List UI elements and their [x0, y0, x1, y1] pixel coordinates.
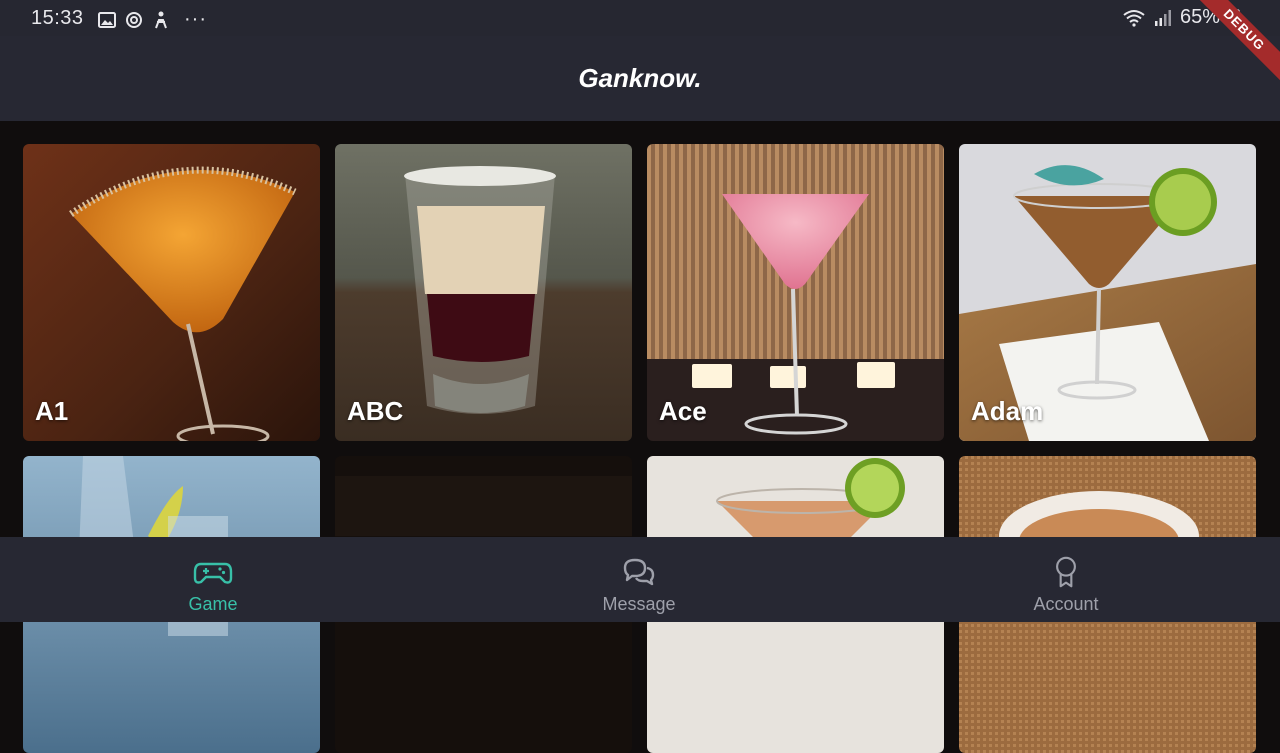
accessibility-icon	[155, 11, 167, 28]
nav-label-message: Message	[602, 594, 676, 614]
gallery-icon	[98, 11, 116, 28]
signal-icon	[1154, 9, 1171, 26]
card-label: A1	[35, 396, 69, 426]
status-icons-left: ···	[98, 8, 207, 31]
card-label: Adam	[971, 396, 1044, 426]
nav-item-account[interactable]: Account	[966, 537, 1166, 622]
status-time: 15:33	[31, 7, 84, 29]
bottom-navigation: Game Message Account	[0, 537, 1280, 622]
wifi-icon	[1123, 9, 1145, 27]
app-bar: Ganknow.	[0, 36, 1280, 121]
gamepad-icon	[193, 562, 233, 584]
app-title: Ganknow.	[578, 63, 702, 93]
status-bar: 15:33 ··· 65%	[0, 0, 1280, 36]
nav-label-game: Game	[188, 594, 238, 614]
nav-item-message[interactable]: Message	[539, 537, 739, 622]
cocktail-card[interactable]: Ace	[647, 144, 944, 441]
nav-item-game[interactable]: Game	[113, 537, 313, 622]
award-ribbon-icon	[1056, 556, 1076, 588]
cocktail-card[interactable]: A1	[23, 144, 320, 441]
card-label: ABC	[347, 396, 404, 426]
cocktail-grid: A1 ABC Ace Adam	[23, 144, 1257, 753]
chat-bubbles-icon	[623, 558, 655, 586]
sync-icon	[126, 11, 142, 28]
more-dots-icon: ···	[184, 8, 207, 30]
cocktail-card[interactable]: Adam	[959, 144, 1256, 441]
card-label: Ace	[659, 396, 707, 426]
nav-label-account: Account	[1033, 594, 1099, 614]
cocktail-card[interactable]: ABC	[335, 144, 632, 441]
